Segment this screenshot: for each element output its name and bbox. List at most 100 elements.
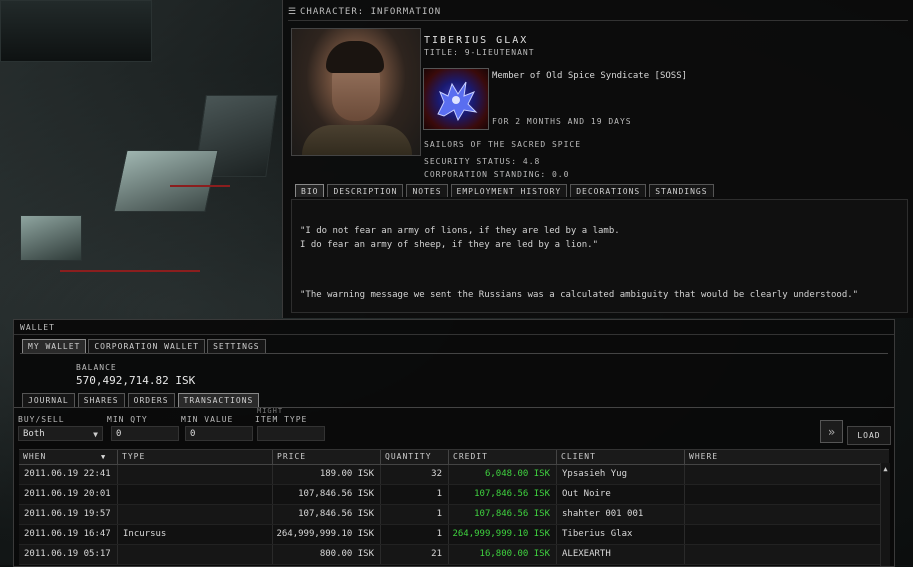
buysell-select[interactable]: Both ▼ xyxy=(18,426,103,441)
cell-credit: 107,846.56 ISK xyxy=(448,505,556,524)
cell-client: ALEXEARTH xyxy=(556,545,684,564)
table-row[interactable]: 2011.06.19 22:41 189.00 ISK 32 6,048.00 … xyxy=(19,465,889,485)
column-where[interactable]: WHERE xyxy=(684,450,880,464)
cell-client: Out Noire xyxy=(556,485,684,504)
buysell-value: Both xyxy=(23,429,45,439)
tab-notes[interactable]: NOTES xyxy=(406,184,448,197)
minvalue-label: MIN VALUE xyxy=(181,415,234,424)
table-row[interactable]: 2011.06.19 16:47 Incursus 264,999,999.10… xyxy=(19,525,889,545)
balance-value: 570,492,714.82 ISK xyxy=(76,374,196,387)
cell-type xyxy=(117,465,272,484)
column-when[interactable]: WHEN ▼ xyxy=(19,450,117,464)
cell-where xyxy=(684,465,880,484)
bio-line: "I do not fear an army of lions, if they… xyxy=(300,226,620,236)
sort-down-icon: ▼ xyxy=(101,453,107,461)
cell-where xyxy=(684,545,880,564)
table-row[interactable]: 2011.06.19 05:17 800.00 ISK 21 16,800.00… xyxy=(19,545,889,565)
tab-standings[interactable]: STANDINGS xyxy=(649,184,714,197)
tab-transactions[interactable]: TRANSACTIONS xyxy=(177,393,260,407)
alliance-name[interactable]: SAILORS OF THE SACRED SPICE xyxy=(424,140,581,149)
cell-price: 107,846.56 ISK xyxy=(272,505,380,524)
menu-icon[interactable]: ☰ xyxy=(288,7,298,17)
minqty-label: MIN QTY xyxy=(107,415,148,424)
chevron-down-icon: ▼ xyxy=(93,430,98,439)
window-title: CHARACTER: INFORMATION xyxy=(300,7,442,17)
cell-where xyxy=(684,505,880,524)
security-status: SECURITY STATUS: 4.8 xyxy=(424,157,541,166)
cell-type xyxy=(117,505,272,524)
tab-settings[interactable]: SETTINGS xyxy=(207,339,266,353)
balance-label: BALANCE xyxy=(76,363,117,372)
cell-when: 2011.06.19 05:17 xyxy=(24,549,111,559)
wallet-tabs: MY WALLET CORPORATION WALLET SETTINGS xyxy=(22,339,266,353)
tab-my-wallet[interactable]: MY WALLET xyxy=(22,339,87,353)
corp-duration: FOR 2 MONTHS AND 19 DAYS xyxy=(492,117,632,126)
table-scrollbar[interactable]: ▲ xyxy=(880,463,890,566)
cell-price: 107,846.56 ISK xyxy=(272,485,380,504)
column-quantity[interactable]: QUANTITY xyxy=(380,450,448,464)
corporation-standing: CORPORATION STANDING: 0.0 xyxy=(424,170,570,179)
character-info-window[interactable]: ☰ CHARACTER: INFORMATION TIBERIUS GLAX TI… xyxy=(282,0,913,318)
bio-line: "The warning message we sent the Russian… xyxy=(300,290,859,300)
cell-client: shahter 001 001 xyxy=(556,505,684,524)
column-price[interactable]: PRICE xyxy=(272,450,380,464)
character-title: TITLE: 9-LIEUTENANT xyxy=(424,48,535,57)
cell-price: 264,999,999.10 ISK xyxy=(272,525,380,544)
cell-type xyxy=(117,485,272,504)
tab-description[interactable]: DESCRIPTION xyxy=(327,184,404,197)
load-arrows-icon[interactable]: » xyxy=(820,420,843,443)
bio-content[interactable]: "I do not fear an army of lions, if they… xyxy=(291,199,908,313)
table-body: 2011.06.19 22:41 189.00 ISK 32 6,048.00 … xyxy=(19,465,889,565)
cell-quantity: 1 xyxy=(380,525,448,544)
wallet-window[interactable]: WALLET MY WALLET CORPORATION WALLET SETT… xyxy=(13,319,895,567)
cell-type xyxy=(117,545,272,564)
column-label: WHEN xyxy=(23,452,47,461)
table-row[interactable]: 2011.06.19 20:01 107,846.56 ISK 1 107,84… xyxy=(19,485,889,505)
station-structure xyxy=(113,150,219,212)
corp-membership[interactable]: Member of Old Spice Syndicate [SOSS] xyxy=(492,71,687,81)
window-header[interactable]: ☰ CHARACTER: INFORMATION xyxy=(288,7,908,21)
station-light xyxy=(60,270,200,272)
divider xyxy=(14,407,894,408)
cell-client: Tiberius Glax xyxy=(556,525,684,544)
load-button[interactable]: LOAD xyxy=(847,426,891,445)
might-label: MIGHT xyxy=(257,407,284,415)
cell-price: 189.00 ISK xyxy=(272,465,380,484)
tab-journal[interactable]: JOURNAL xyxy=(22,393,75,407)
cell-when: 2011.06.19 16:47 xyxy=(24,529,111,539)
cell-price: 800.00 ISK xyxy=(272,545,380,564)
character-portrait[interactable] xyxy=(291,28,421,156)
minqty-input[interactable]: 0 xyxy=(111,426,179,441)
column-client[interactable]: CLIENT xyxy=(556,450,684,464)
scroll-up-icon[interactable]: ▲ xyxy=(881,465,890,473)
character-tabs: BIO DESCRIPTION NOTES EMPLOYMENT HISTORY… xyxy=(295,184,714,198)
window-title: WALLET xyxy=(20,323,55,332)
cell-quantity: 32 xyxy=(380,465,448,484)
minvalue-input[interactable]: 0 xyxy=(185,426,253,441)
tab-employment-history[interactable]: EMPLOYMENT HISTORY xyxy=(450,184,568,197)
corp-logo-griffin[interactable] xyxy=(423,68,489,130)
itemtype-label: ITEM TYPE xyxy=(255,415,308,424)
cell-credit: 264,999,999.10 ISK xyxy=(448,525,556,544)
table-row[interactable]: 2011.06.19 19:57 107,846.56 ISK 1 107,84… xyxy=(19,505,889,525)
buysell-label: BUY/SELL xyxy=(18,415,65,424)
bio-line: I do fear an army of sheep, if they are … xyxy=(300,240,599,250)
wallet-subtabs: JOURNAL SHARES ORDERS TRANSACTIONS xyxy=(22,393,260,407)
itemtype-input[interactable] xyxy=(257,426,325,441)
cell-quantity: 1 xyxy=(380,505,448,524)
tab-bio[interactable]: BIO xyxy=(295,184,325,197)
tab-corporation-wallet[interactable]: CORPORATION WALLET xyxy=(88,339,206,353)
tab-orders[interactable]: ORDERS xyxy=(127,393,175,407)
column-credit[interactable]: CREDIT xyxy=(448,450,556,464)
column-type[interactable]: TYPE xyxy=(117,450,272,464)
cell-when: 2011.06.19 22:41 xyxy=(24,469,111,479)
cell-where xyxy=(684,525,880,544)
tab-decorations[interactable]: DECORATIONS xyxy=(570,184,647,197)
station-light xyxy=(170,185,230,187)
station-structure xyxy=(20,215,82,261)
cell-type: Incursus xyxy=(117,525,272,544)
tab-shares[interactable]: SHARES xyxy=(77,393,125,407)
cell-when: 2011.06.19 20:01 xyxy=(24,489,111,499)
cell-credit: 16,800.00 ISK xyxy=(448,545,556,564)
divider xyxy=(14,334,894,335)
